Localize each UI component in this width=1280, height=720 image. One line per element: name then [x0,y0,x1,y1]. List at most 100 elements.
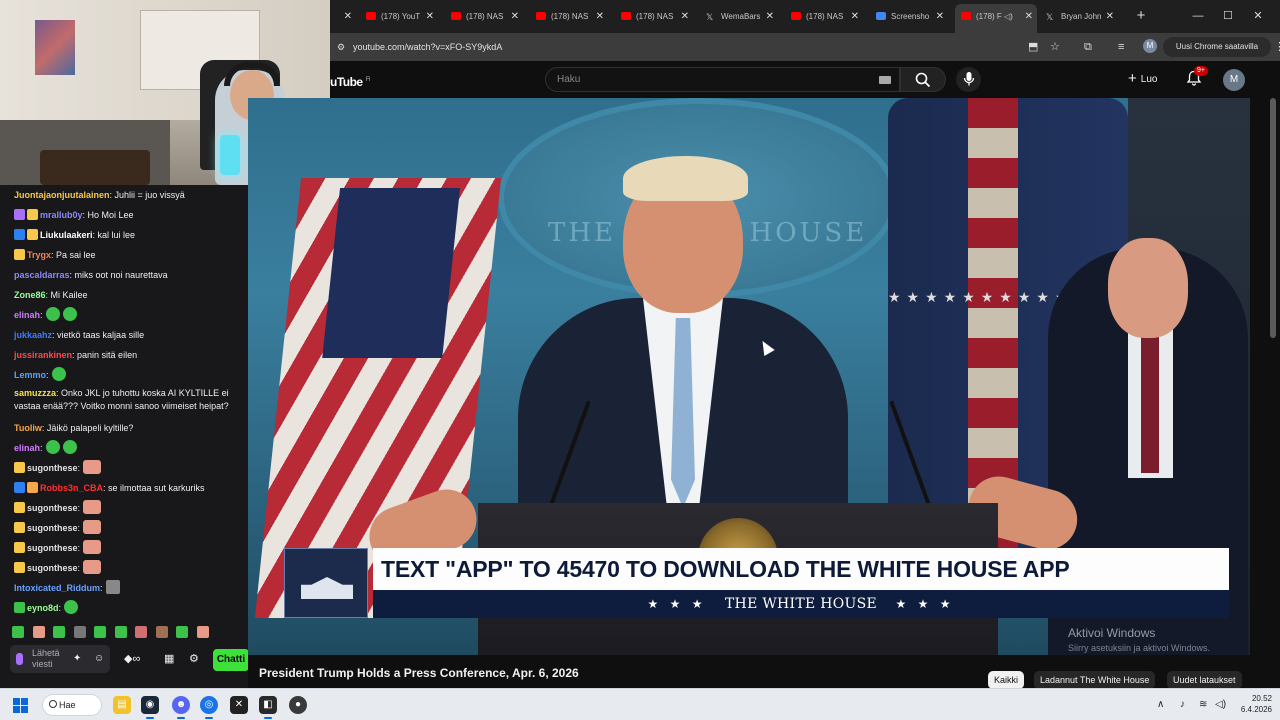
chat-username[interactable]: elinah [14,443,40,453]
chat-username[interactable]: Trygx [27,250,51,260]
steam-icon[interactable]: ◉ [141,696,159,719]
file-explorer-icon[interactable]: ▤ [113,696,131,714]
tray-mic-icon[interactable]: ♪ [1180,699,1185,711]
volume-icon[interactable]: ◁) [1215,699,1226,711]
chat-username[interactable]: sugonthese [27,503,78,513]
chat-username[interactable]: mrallub0y [40,210,83,220]
tab-3[interactable]: (178) NAS ✕ [530,7,608,27]
chat-username[interactable]: sugonthese [27,543,78,553]
chat-username[interactable]: sugonthese [27,563,78,573]
chat-badge-icon[interactable] [14,522,25,533]
tab-1[interactable]: (178) YouT ✕ [360,7,438,27]
chat-message-input[interactable]: Lähetä viesti ✦ ☺ [10,645,110,673]
chat-badge-icon[interactable] [14,482,25,493]
tab-audio-icon[interactable]: ◁) [1002,12,1013,21]
emote-gray-icon[interactable] [105,580,120,594]
chat-badge-icon[interactable] [14,502,25,513]
emote-face-icon[interactable] [73,626,86,638]
chat-badge-icon[interactable] [14,562,25,573]
tray-chevron-up-icon[interactable]: ∧ [1157,699,1164,711]
emote-frog-icon[interactable] [114,626,127,638]
app-icon[interactable]: ◧ [259,696,277,719]
emote-hand-icon[interactable] [83,560,102,574]
chat-username[interactable]: sugonthese [27,463,78,473]
emote-hand-icon[interactable] [83,520,102,534]
close-icon[interactable]: ✕ [596,7,604,27]
clock[interactable]: 20.52 6.4.2026 [1241,693,1272,715]
keyboard-icon[interactable] [879,76,891,84]
chat-badge-icon[interactable] [27,482,38,493]
settings-gear-icon[interactable]: ⚙ [189,653,199,665]
emote-frog-icon[interactable] [45,440,60,454]
emote-frog-icon[interactable] [53,626,66,638]
page-scrollbar[interactable] [1267,98,1280,658]
chat-send-button[interactable]: Chatti [213,649,248,671]
chat-badge-icon[interactable] [14,249,25,260]
tab-6[interactable]: (178) NAS ✕ [785,7,863,27]
emote-hand-icon[interactable] [196,626,209,638]
minimize-icon[interactable]: — [1190,8,1206,24]
search-button[interactable] [900,67,946,92]
site-info-icon[interactable]: ⚙ [337,41,349,53]
close-icon[interactable]: ✕ [936,7,944,27]
youtube-search-box[interactable]: Haku [545,67,900,92]
tab-5[interactable]: 𝕏 WemaBars ✕ [700,7,778,27]
youtube-logo[interactable]: uTube FI [330,73,370,89]
chat-username[interactable]: Liukulaakeri [40,230,93,240]
emote-face-icon[interactable] [155,626,168,638]
emote-frog-icon[interactable] [176,626,189,638]
profile-avatar[interactable]: M [1143,39,1157,53]
capcut-icon[interactable]: ✕ [230,696,248,714]
chat-username[interactable]: Lemmo [14,370,46,380]
chat-badge-icon[interactable] [27,209,38,220]
extensions-icon[interactable]: ⧉ [1084,39,1092,55]
tab-8[interactable]: (178) F ◁) ✕ [955,4,1037,33]
close-icon[interactable]: ✕ [344,7,352,27]
chat-badge-icon[interactable] [14,542,25,553]
scrollbar-thumb[interactable] [1270,98,1276,338]
new-tab-plus-icon[interactable]: + [1133,8,1149,24]
create-button[interactable]: + Luo [1128,70,1157,89]
emote-frog-icon[interactable] [64,600,79,614]
mic-icon[interactable] [16,653,23,665]
chat-username[interactable]: Zone86 [14,290,46,300]
emote-frog-icon[interactable] [62,440,77,454]
emote-frog-icon[interactable] [94,626,107,638]
voice-search-button[interactable] [956,67,981,92]
chat-username[interactable]: pascaldarras [14,270,70,280]
youtube-avatar[interactable]: M [1223,69,1245,91]
notifications-button[interactable]: 9+ [1186,66,1208,88]
emote-hand-icon[interactable] [83,500,102,514]
bookmark-star-icon[interactable]: ☆ [1050,39,1060,55]
chat-username[interactable]: samuzzza [14,388,56,398]
chat-username[interactable]: Juontajaonjuutalainen [14,190,110,200]
close-icon[interactable]: ✕ [1106,7,1114,27]
chip-uploaded-by[interactable]: Ladannut The White House [1034,671,1156,689]
chat-username[interactable]: sugonthese [27,523,78,533]
emote-frog-icon[interactable] [51,367,66,381]
obs-icon[interactable]: ● [289,696,307,714]
chat-username[interactable]: Tuoliw [14,423,42,433]
chat-badge-icon[interactable] [14,229,25,240]
emote-frog-icon[interactable] [12,626,24,638]
emoji-icon[interactable]: ☺ [94,653,104,665]
chat-badge-icon[interactable] [27,229,38,240]
chat-badge-icon[interactable] [14,602,25,613]
url-field[interactable]: youtube.com/watch?v=xFO-SY9ykdA [353,39,502,55]
close-icon[interactable]: ✕ [681,7,689,27]
emote-hand-icon[interactable] [83,540,102,554]
taskbar-search[interactable]: Hae [42,694,102,716]
chat-username[interactable]: jussirankinen [14,350,72,360]
close-icon[interactable]: ✕ [1025,4,1033,30]
emote-frog-icon[interactable] [45,307,60,321]
tab-4[interactable]: (178) NAS ✕ [615,7,693,27]
close-icon[interactable]: ✕ [511,7,519,27]
emote-hand-icon[interactable] [83,460,102,474]
chrome-icon[interactable]: ◎ [200,696,218,719]
network-icon[interactable]: ≋ [1199,699,1207,711]
chip-recent-uploads[interactable]: Uudet lataukset [1167,671,1242,689]
bits-icon[interactable]: ◆∞ [124,653,140,665]
menu-dots-icon[interactable]: ⋮ [1274,39,1280,55]
tab-7[interactable]: Screensho ✕ [870,7,948,27]
chat-username[interactable]: eyno8d [27,603,59,613]
